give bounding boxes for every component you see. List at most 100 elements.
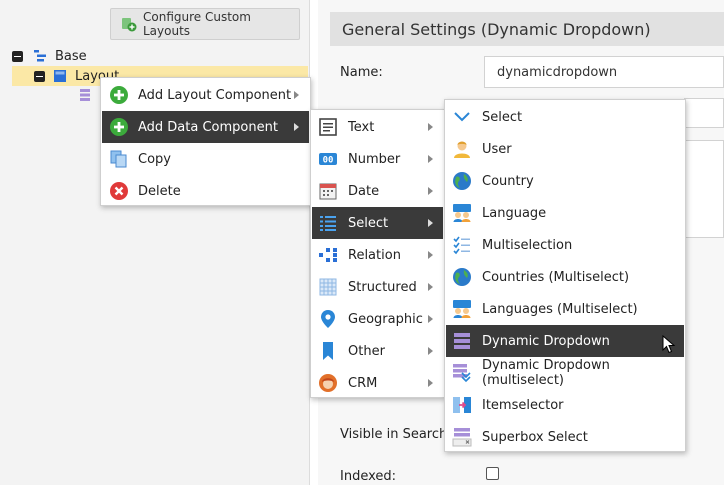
- submenu-arrow-icon: [428, 219, 433, 227]
- chevron-down-icon: [452, 107, 472, 127]
- copy-icon: [109, 149, 129, 169]
- indexed-checkbox[interactable]: [486, 467, 499, 480]
- menu-item-select-basic[interactable]: Select: [446, 101, 684, 133]
- language-icon: [452, 299, 472, 319]
- menu-item-language[interactable]: Language: [446, 197, 684, 229]
- menu-item-copy[interactable]: Copy: [102, 143, 309, 175]
- menu-item-label: Superbox Select: [482, 429, 588, 445]
- menu-item-geographic[interactable]: Geographic: [312, 303, 443, 335]
- data-component-submenu: Text 00 Number Date Select Relation Stru…: [310, 109, 445, 398]
- tree-context-menu: Add Layout Component Add Data Component …: [100, 77, 311, 206]
- menu-item-text[interactable]: Text: [312, 111, 443, 143]
- menu-item-other[interactable]: Other: [312, 335, 443, 367]
- submenu-arrow-icon: [428, 187, 433, 195]
- menu-item-user[interactable]: User: [446, 133, 684, 165]
- menu-item-label: Dynamic Dropdown (multiselect): [482, 358, 610, 388]
- crm-person-icon: [318, 373, 338, 393]
- submenu-arrow-icon: [294, 91, 299, 99]
- configure-custom-layouts-label: Configure Custom Layouts: [143, 10, 251, 38]
- globe-icon: [452, 171, 472, 191]
- menu-item-itemselector[interactable]: Itemselector: [446, 389, 684, 421]
- menu-item-label: Copy: [138, 151, 171, 167]
- user-icon: [452, 139, 472, 159]
- menu-item-languages-multiselect[interactable]: Languages (Multiselect): [446, 293, 684, 325]
- menu-item-label: Multiselection: [482, 237, 573, 253]
- mouse-cursor-icon: [662, 334, 676, 359]
- list-icon: [318, 213, 338, 233]
- menu-item-label: Number: [348, 151, 401, 167]
- menu-item-dynamic-dropdown[interactable]: Dynamic Dropdown: [446, 325, 684, 357]
- menu-item-multiselection[interactable]: Multiselection: [446, 229, 684, 261]
- menu-item-countries-multiselect[interactable]: Countries (Multiselect): [446, 261, 684, 293]
- dynamic-dropdown-icon: [79, 88, 93, 106]
- menu-item-add-data-component[interactable]: Add Data Component: [102, 111, 309, 143]
- select-submenu: Select User Country Language Multiselect…: [444, 99, 686, 452]
- name-field[interactable]: dynamicdropdown: [484, 56, 724, 88]
- menu-item-label: Countries (Multiselect): [482, 269, 630, 285]
- indexed-label: Indexed:: [340, 469, 397, 484]
- submenu-arrow-icon: [428, 379, 433, 387]
- menu-item-label: Add Data Component: [138, 119, 278, 135]
- submenu-arrow-icon: [294, 123, 299, 131]
- map-pin-icon: [318, 309, 338, 329]
- delete-icon: [109, 181, 129, 201]
- name-label: Name:: [340, 65, 383, 80]
- grid-icon: [318, 277, 338, 297]
- menu-item-label: Select: [348, 215, 389, 231]
- collapse-toggle-icon[interactable]: [34, 70, 45, 82]
- tree-node-base[interactable]: Base: [12, 46, 87, 66]
- menu-item-date[interactable]: Date: [312, 175, 443, 207]
- menu-item-add-layout-component[interactable]: Add Layout Component: [102, 79, 309, 111]
- menu-item-number[interactable]: 00 Number: [312, 143, 443, 175]
- bookmark-icon: [318, 341, 338, 361]
- superbox-icon: [452, 427, 472, 447]
- layout-tree-panel: Configure Custom Layouts Base Layout: [0, 0, 310, 485]
- menu-item-label: Structured: [348, 279, 417, 295]
- visible-in-search-label: Visible in Search R: [340, 427, 461, 442]
- layout-node-icon: [53, 69, 67, 83]
- add-layout-icon: [121, 16, 137, 32]
- menu-item-label: Add Layout Component: [138, 87, 292, 103]
- menu-item-country[interactable]: Country: [446, 165, 684, 197]
- general-settings-header: General Settings (Dynamic Dropdown): [330, 12, 724, 46]
- submenu-arrow-icon: [428, 123, 433, 131]
- menu-item-label: CRM: [348, 375, 378, 391]
- configure-custom-layouts-button[interactable]: Configure Custom Layouts: [110, 8, 300, 40]
- settings-field-2[interactable]: [684, 98, 724, 128]
- menu-item-label: Country: [482, 173, 534, 189]
- submenu-arrow-icon: [428, 315, 433, 323]
- itemselector-icon: [452, 395, 472, 415]
- menu-item-select[interactable]: Select: [312, 207, 443, 239]
- dynamic-dropdown-multi-icon: [452, 363, 472, 383]
- submenu-arrow-icon: [428, 347, 433, 355]
- collapse-toggle-icon[interactable]: [12, 50, 23, 62]
- menu-item-superbox-select[interactable]: Superbox Select: [446, 421, 684, 453]
- number-icon: 00: [318, 149, 338, 169]
- plus-circle-icon: [109, 117, 129, 137]
- menu-item-label: Geographic: [348, 311, 423, 327]
- text-icon: [318, 117, 338, 137]
- tree-base-label: Base: [55, 48, 87, 64]
- menu-item-delete[interactable]: Delete: [102, 175, 309, 207]
- submenu-arrow-icon: [428, 155, 433, 163]
- menu-item-structured[interactable]: Structured: [312, 271, 443, 303]
- dynamic-dropdown-icon: [452, 331, 472, 351]
- svg-text:00: 00: [323, 156, 334, 166]
- plus-circle-icon: [109, 85, 129, 105]
- language-icon: [452, 203, 472, 223]
- menu-item-dynamic-dropdown-multiselect[interactable]: Dynamic Dropdown (multiselect): [446, 357, 684, 389]
- menu-item-label: Relation: [348, 247, 401, 263]
- menu-item-crm[interactable]: CRM: [312, 367, 443, 399]
- menu-item-label: Delete: [138, 183, 181, 199]
- menu-item-label: User: [482, 141, 512, 157]
- menu-item-label: Select: [482, 109, 523, 125]
- submenu-arrow-icon: [428, 251, 433, 259]
- menu-item-label: Other: [348, 343, 385, 359]
- settings-field-3[interactable]: [684, 140, 724, 238]
- menu-item-label: Language: [482, 205, 547, 221]
- relation-icon: [318, 245, 338, 265]
- calendar-icon: [318, 181, 338, 201]
- menu-item-relation[interactable]: Relation: [312, 239, 443, 271]
- submenu-arrow-icon: [428, 283, 433, 291]
- globe-icon: [452, 267, 472, 287]
